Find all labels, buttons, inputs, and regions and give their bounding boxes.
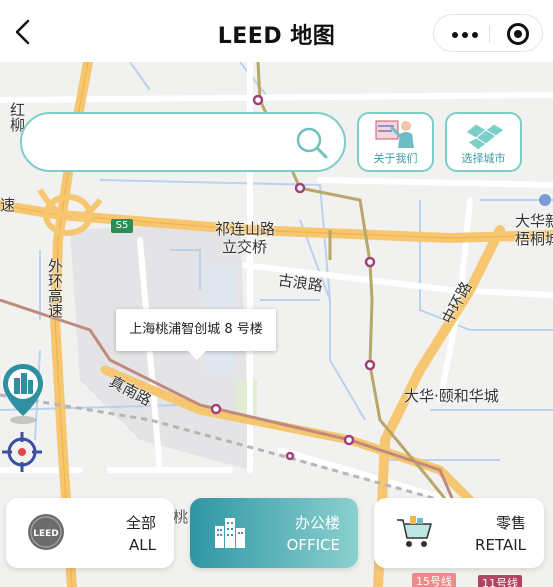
- expressway-s5-shield: S5: [111, 219, 133, 233]
- app-screen: LEED 地图 红柳 祁连山路 立交桥 古浪路 外环高速 真南路 中环路 大华·…: [0, 0, 553, 587]
- building-callout[interactable]: 上海桃浦智创城 8 号楼: [116, 309, 276, 360]
- search-input[interactable]: [44, 126, 294, 160]
- map-pin-icon[interactable]: [0, 362, 46, 426]
- select-city-label: 选择城市: [461, 152, 506, 165]
- capsule-divider: [489, 25, 490, 43]
- tab-office-label-en: OFFICE: [286, 536, 340, 554]
- nav-bar: LEED 地图: [0, 0, 553, 62]
- close-mini-program-icon[interactable]: [507, 23, 529, 45]
- more-icon[interactable]: [452, 32, 478, 38]
- locate-me-icon[interactable]: [0, 430, 44, 474]
- city-map-icon: [465, 123, 505, 151]
- map-label-lijiaoqiao: 立交桥: [222, 238, 268, 256]
- about-us-label: 关于我们: [373, 152, 418, 165]
- metro-line-15-badge: 15号线: [412, 573, 456, 587]
- select-city-button[interactable]: 选择城市: [445, 112, 522, 172]
- shopping-cart-icon: [397, 516, 432, 547]
- tab-retail-label-en: RETAIL: [475, 536, 526, 554]
- svg-text:LEED: LEED: [33, 529, 59, 539]
- map-label-wutong: 梧桐城: [515, 230, 553, 248]
- tab-office[interactable]: 办公楼 OFFICE: [190, 498, 358, 568]
- map-label-su: 速: [0, 196, 16, 214]
- tab-retail-label-cn: 零售: [495, 514, 526, 532]
- office-building-icon: [215, 518, 245, 548]
- about-us-button[interactable]: 关于我们: [357, 112, 434, 172]
- tab-all-label-en: ALL: [129, 536, 156, 554]
- mini-program-capsule: [433, 14, 543, 52]
- map-label-dahua-yihehuacheng: 大华·颐和华城: [404, 387, 499, 405]
- search-bar[interactable]: [20, 112, 346, 172]
- leed-badge-icon: LEED: [28, 514, 64, 550]
- about-us-illustration-icon: [375, 120, 414, 148]
- metro-line-11-badge: 11号线: [478, 575, 522, 587]
- search-icon[interactable]: [295, 126, 329, 160]
- tab-retail[interactable]: 零售 RETAIL: [374, 498, 544, 568]
- tab-all-label-cn: 全部: [125, 514, 156, 532]
- tab-office-label-cn: 办公楼: [294, 514, 340, 532]
- map-label-waihuan-gaosu: 外环高速: [46, 258, 64, 318]
- tab-all[interactable]: LEED 全部 ALL: [6, 498, 174, 568]
- map-label-tao: 桃: [173, 508, 189, 526]
